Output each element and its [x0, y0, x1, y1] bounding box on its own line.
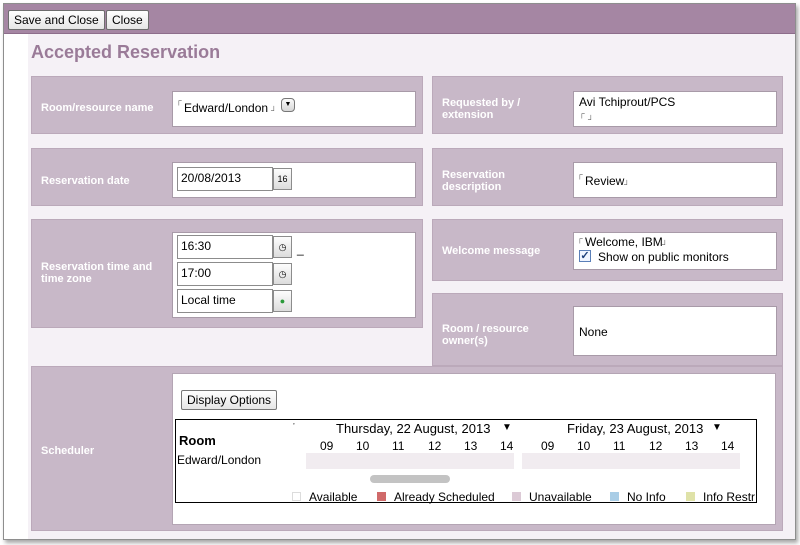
hour-label: 10 — [577, 439, 591, 453]
hour-label: 12 — [649, 439, 663, 453]
reservation-date-label: Reservation date — [41, 175, 130, 187]
field-end-marker-icon: ┘ — [271, 106, 277, 115]
legend-noinfo-swatch — [610, 492, 619, 501]
hour-label: 09 — [541, 439, 555, 453]
reservation-window: Save and Close Close Accepted Reservatio… — [3, 3, 796, 540]
timeline-gap — [514, 453, 522, 469]
time-separator: _ — [297, 242, 304, 256]
owner-section: Room / resource owner(s) None — [432, 293, 783, 366]
reservation-date-section: Reservation date 20/08/2013 16 — [31, 148, 423, 206]
day-header-friday[interactable]: Friday, 23 August, 2013 — [567, 421, 703, 436]
room-resource-label: Room/resource name — [41, 102, 154, 114]
reservation-time-label: Reservation time and time zone — [41, 261, 153, 285]
show-on-monitors-checkbox[interactable]: ✓ — [579, 250, 591, 262]
legend-available-label: Available — [309, 490, 358, 504]
start-time-input[interactable]: 16:30 — [177, 235, 273, 259]
requested-by-field[interactable]: Avi Tchiprout/PCS ┌ ┘ — [573, 91, 777, 127]
left-margin — [4, 34, 28, 539]
clock-icon[interactable]: ◷ — [273, 263, 292, 285]
room-row-name: Edward/London — [177, 453, 262, 467]
legend-restricted-label: Info Restr — [703, 490, 756, 504]
welcome-message-section: Welcome message ┌ Welcome, IBM ┘ ✓ Show … — [432, 219, 783, 281]
legend-noinfo-label: No Info — [627, 490, 666, 504]
grid-marker: ’ — [293, 422, 295, 431]
page-title: Accepted Reservation — [31, 42, 221, 62]
requested-by-value: Avi Tchiprout/PCS — [579, 95, 676, 109]
timezone-input[interactable]: Local time — [177, 289, 273, 313]
calendar-icon[interactable]: 16 — [273, 168, 292, 190]
reservation-description-section: Reservation description ┌ Review ┘ — [432, 148, 783, 206]
globe-icon[interactable]: ● — [273, 290, 292, 312]
legend-scheduled-label: Already Scheduled — [394, 490, 495, 504]
chevron-down-icon[interactable]: ▼ — [712, 422, 722, 433]
reservation-description-value: Review — [585, 174, 625, 188]
welcome-message-field: ┌ Welcome, IBM ┘ ✓ Show on public monito… — [573, 232, 777, 270]
timeline-gap — [292, 453, 306, 469]
clock-icon[interactable]: ◷ — [273, 236, 292, 258]
reservation-date-input[interactable]: 20/08/2013 — [177, 167, 273, 191]
field-start-marker-icon: ┌ — [176, 96, 182, 105]
owner-label: Room / resource owner(s) — [442, 323, 529, 347]
legend-scheduled-swatch — [377, 492, 386, 501]
field-end-marker-icon: ┘ — [624, 180, 630, 189]
reservation-time-section: Reservation time and time zone 16:30 ◷ _… — [31, 219, 423, 328]
hour-label: 11 — [392, 439, 405, 453]
show-on-monitors-label: Show on public monitors — [598, 250, 729, 264]
timeline-gap — [740, 453, 752, 469]
welcome-message-label: Welcome message — [442, 245, 541, 257]
legend-available-swatch — [292, 492, 301, 501]
owner-value: None — [579, 325, 608, 339]
room-timeline-row[interactable] — [292, 453, 752, 469]
field-end-marker-icon: ┘ — [588, 115, 594, 124]
chevron-down-icon[interactable]: ▼ — [281, 98, 295, 112]
room-resource-value: Edward/London — [184, 101, 269, 115]
hour-label: 10 — [356, 439, 370, 453]
save-and-close-button[interactable]: Save and Close — [8, 10, 105, 30]
requested-by-section: Requested by / extension Avi Tchiprout/P… — [432, 76, 783, 134]
hour-label: 09 — [320, 439, 334, 453]
hour-label: 14 — [721, 439, 735, 453]
schedule-grid: ’ Thursday, 22 August, 2013 ▼ Friday, 23… — [175, 419, 757, 504]
reservation-description-field[interactable]: ┌ Review ┘ — [573, 162, 777, 198]
requested-by-label: Requested by / extension — [442, 97, 521, 121]
reservation-time-field: 16:30 ◷ _ 17:00 ◷ Local time ● — [172, 232, 416, 318]
legend-restricted-swatch — [686, 492, 695, 501]
hour-label: 11 — [613, 439, 626, 453]
horizontal-scrollbar[interactable] — [370, 475, 450, 483]
scheduler-label: Scheduler — [41, 445, 95, 457]
day-header-thursday[interactable]: Thursday, 22 August, 2013 — [336, 421, 490, 436]
legend-unavailable-swatch — [512, 492, 521, 501]
end-time-input[interactable]: 17:00 — [177, 262, 273, 286]
close-button[interactable]: Close — [106, 10, 149, 30]
room-resource-field[interactable]: ┌ Edward/London ┘ ▼ — [172, 91, 416, 127]
legend-unavailable-label: Unavailable — [529, 490, 592, 504]
reservation-description-label: Reservation description — [442, 169, 505, 193]
room-resource-section: Room/resource name ┌ Edward/London ┘ ▼ — [31, 76, 423, 134]
reservation-date-field: 20/08/2013 16 — [172, 162, 416, 198]
hour-label: 13 — [685, 439, 699, 453]
hour-label: 13 — [464, 439, 478, 453]
field-start-marker-icon: ┌ — [577, 234, 583, 243]
room-column-header: Room — [179, 433, 216, 448]
hour-label: 12 — [428, 439, 442, 453]
welcome-message-value[interactable]: Welcome, IBM — [585, 235, 663, 249]
scheduler-section: Scheduler Display Options ’ Thursday, 22… — [31, 366, 783, 531]
field-start-marker-icon: ┌ — [579, 109, 585, 118]
scheduler-panel: Display Options ’ Thursday, 22 August, 2… — [172, 373, 776, 525]
hour-label: 14 — [500, 439, 514, 453]
chevron-down-icon[interactable]: ▼ — [502, 422, 512, 433]
display-options-button[interactable]: Display Options — [181, 390, 278, 410]
action-toolbar: Save and Close Close — [4, 4, 795, 34]
field-end-marker-icon: ┘ — [662, 240, 668, 249]
owner-field: None — [573, 306, 777, 356]
field-start-marker-icon: ┌ — [577, 170, 583, 179]
